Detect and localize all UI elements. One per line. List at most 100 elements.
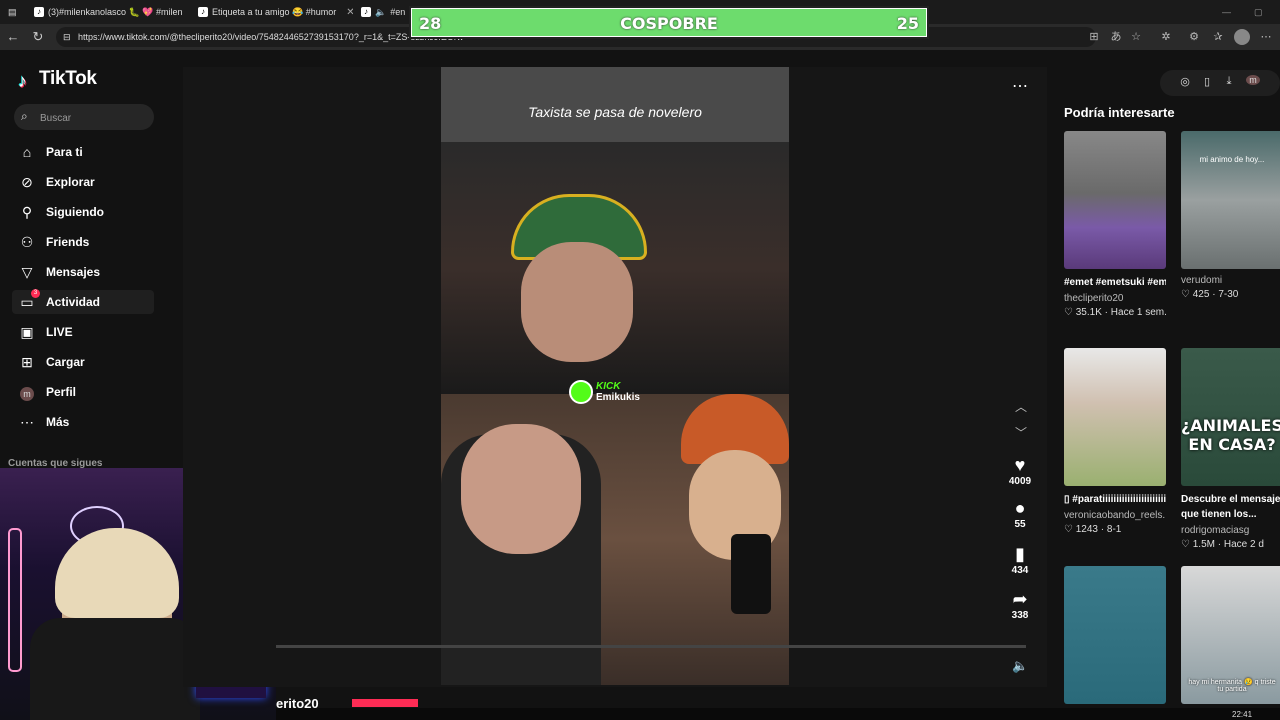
logo-text: TikTok xyxy=(39,68,97,89)
bookmark-icon: ▮ xyxy=(1015,544,1025,564)
card-thumbnail xyxy=(1064,348,1166,486)
comment-button[interactable]: ● 55 xyxy=(1003,498,1037,530)
tiktok-logo[interactable]: ♪ TikTok xyxy=(18,68,97,91)
save-count: 434 xyxy=(1011,565,1029,576)
browser-menu-icon[interactable]: ⋯ xyxy=(1258,29,1274,45)
heart-outline-icon: ♡ xyxy=(1181,289,1190,300)
star-icon[interactable]: ☆ xyxy=(1128,29,1144,45)
home-icon: ⌂ xyxy=(22,144,32,160)
reload-icon[interactable]: ↻ xyxy=(29,28,47,46)
volume-icon[interactable]: 🔈 xyxy=(1012,658,1028,674)
browser-tab-2-title: Etiqueta a tu amigo 😂 #humor xyxy=(212,6,337,17)
grid-icon[interactable]: ⊞ xyxy=(1086,29,1102,45)
sidebar-item-label: Actividad xyxy=(46,295,101,309)
video-caption: Taxista se pasa de novelero xyxy=(528,104,702,120)
comment-icon: ● xyxy=(1014,498,1026,518)
streamer-hair xyxy=(55,528,179,618)
chevron-up-icon[interactable]: ︿ xyxy=(1013,398,1029,414)
share-icon: ➦ xyxy=(1012,589,1028,609)
messages-icon: ▽ xyxy=(21,264,33,280)
maximize-icon[interactable]: ▢ xyxy=(1254,2,1266,22)
sidebar-item-explorar[interactable]: ⊘ Explorar xyxy=(12,170,154,194)
save-button[interactable]: ▮ 434 xyxy=(1003,544,1037,576)
sidebar-item-perfil[interactable]: m Perfil xyxy=(12,380,154,404)
video-frame-top xyxy=(441,142,789,394)
video-progress-bar[interactable] xyxy=(276,645,1026,648)
card-stats: ♡ 425 · 7-30 xyxy=(1181,289,1239,300)
search-input[interactable] xyxy=(38,108,152,128)
extensions-icon[interactable]: ✲ xyxy=(1158,29,1174,45)
tab-menu-icon[interactable]: ▤ xyxy=(8,2,22,22)
recommend-card[interactable]: hay mi hermanita 😢 q triste tu partida xyxy=(1181,566,1280,704)
phone xyxy=(731,534,771,614)
sidebar-item-friends[interactable]: ⚇ Friends xyxy=(12,230,154,254)
card-thumbnail: ¿ANIMALES EN CASA? xyxy=(1181,348,1280,486)
follow-button[interactable] xyxy=(352,699,418,707)
card-caption: #emet #emetsuki #emetsukiclips... xyxy=(1064,277,1166,288)
chevron-down-icon[interactable]: ﹀ xyxy=(1013,424,1029,440)
browser-profile-avatar[interactable] xyxy=(1234,29,1250,45)
sidebar-item-label: Explorar xyxy=(46,175,95,189)
profile-avatar: m xyxy=(20,387,34,401)
woman-face xyxy=(521,242,633,362)
search-icon: ⌕ xyxy=(21,109,28,123)
recommend-card[interactable]: #emet #emetsuki #emetsukiclips... thecli… xyxy=(1064,131,1167,318)
right-score: 25 xyxy=(896,14,919,33)
share-button[interactable]: ➦ 338 xyxy=(1003,589,1037,621)
sidebar-item-cargar[interactable]: ⊞ Cargar xyxy=(12,350,154,374)
user-avatar[interactable]: m xyxy=(1246,75,1260,85)
device-icon[interactable]: ▯ xyxy=(1200,75,1214,88)
taskbar xyxy=(276,708,1280,720)
download-icon[interactable]: ⤓ xyxy=(1222,75,1236,88)
like-count: 4009 xyxy=(1008,476,1032,487)
sidebar-item-para-ti[interactable]: ⌂ Para ti xyxy=(12,140,154,164)
friends-icon: ⚇ xyxy=(20,234,34,250)
sidebar-item-siguiendo[interactable]: ⚲ Siguiendo xyxy=(12,200,154,224)
close-icon[interactable]: ✕ xyxy=(346,7,353,18)
sidebar-item-label: Cargar xyxy=(46,355,85,369)
tiktok-favicon-icon: ♪ xyxy=(198,7,208,17)
recommend-card[interactable]: ¿ANIMALES EN CASA? Descubre el mensaje q… xyxy=(1181,348,1280,550)
recommend-card[interactable]: ▯ #paratiiiiiiiiiiiiiiiiiiiiiii... veron… xyxy=(1064,348,1166,535)
recommend-card[interactable] xyxy=(1064,566,1166,704)
sidebar-item-live[interactable]: ▣ LIVE xyxy=(12,320,154,344)
card-date: 7-30 xyxy=(1218,289,1239,300)
kick-brand: KICK xyxy=(596,381,621,392)
card-overlay-text: hay mi hermanita 😢 q triste tu partida xyxy=(1188,679,1276,693)
sidebar-item-mensajes[interactable]: ▽ Mensajes xyxy=(12,260,154,284)
coins-icon[interactable]: ◎ xyxy=(1178,75,1192,88)
like-button[interactable]: ♥ 4009 xyxy=(1003,455,1037,487)
upload-icon: ⊞ xyxy=(21,354,33,370)
minimize-icon[interactable]: — xyxy=(1222,2,1234,22)
sidebar-item-mas[interactable]: ⋯ Más xyxy=(12,410,154,434)
share-count: 338 xyxy=(1011,610,1029,621)
browser-tab-1[interactable]: ♪ (3)#milenkanolasco 🐛 💖 #milen ✕ xyxy=(34,2,192,22)
browser-tab-3[interactable]: ♪ 🔈 #en xyxy=(361,2,409,22)
back-icon[interactable]: ← xyxy=(4,28,22,46)
card-stats: ♡ 1.5M · Hace 2 d xyxy=(1181,539,1264,550)
card-date: Hace 1 sem. xyxy=(1110,307,1167,318)
translate-icon[interactable]: あ xyxy=(1108,29,1124,45)
search-box[interactable]: ⌕ xyxy=(14,104,154,130)
video-player[interactable]: Taxista se pasa de novelero KICK Emikuki… xyxy=(441,67,789,685)
tiktok-favicon-icon: ♪ xyxy=(34,7,44,17)
favorites-icon[interactable]: ✰ xyxy=(1210,29,1226,45)
more-options-icon[interactable]: ⋯ xyxy=(1012,76,1028,96)
sidebar-item-actividad[interactable]: ▭ 3 Actividad xyxy=(12,289,154,314)
stream-score-banner: 28 COSPOBRE 25 xyxy=(409,6,929,39)
card-stats: ♡ 1243 · 8-1 xyxy=(1064,524,1122,535)
heart-icon: ♥ xyxy=(1014,455,1026,475)
card-overlay-text: ¿ANIMALES EN CASA? xyxy=(1181,416,1280,454)
card-thumbnail xyxy=(1064,131,1166,269)
card-thumbnail xyxy=(1064,566,1166,704)
card-date: 8-1 xyxy=(1106,524,1122,535)
sidebar-item-label: Más xyxy=(46,415,70,429)
card-likes: 1243 xyxy=(1075,524,1098,535)
top-right-toolbar: ◎ ▯ ⤓ m xyxy=(1160,70,1280,96)
card-stats: ♡ 35.1K · Hace 1 sem. xyxy=(1064,307,1167,318)
tiktok-note-icon: ♪ xyxy=(18,71,27,91)
site-info-icon[interactable]: ⊟ xyxy=(63,27,71,47)
browser-tab-2[interactable]: ♪ Etiqueta a tu amigo 😂 #humor ✕ xyxy=(198,2,353,22)
recommend-card[interactable]: mi animo de hoy... verudomi ♡ 425 · 7-30 xyxy=(1181,131,1280,300)
puzzle-icon[interactable]: ⚙ xyxy=(1186,29,1202,45)
